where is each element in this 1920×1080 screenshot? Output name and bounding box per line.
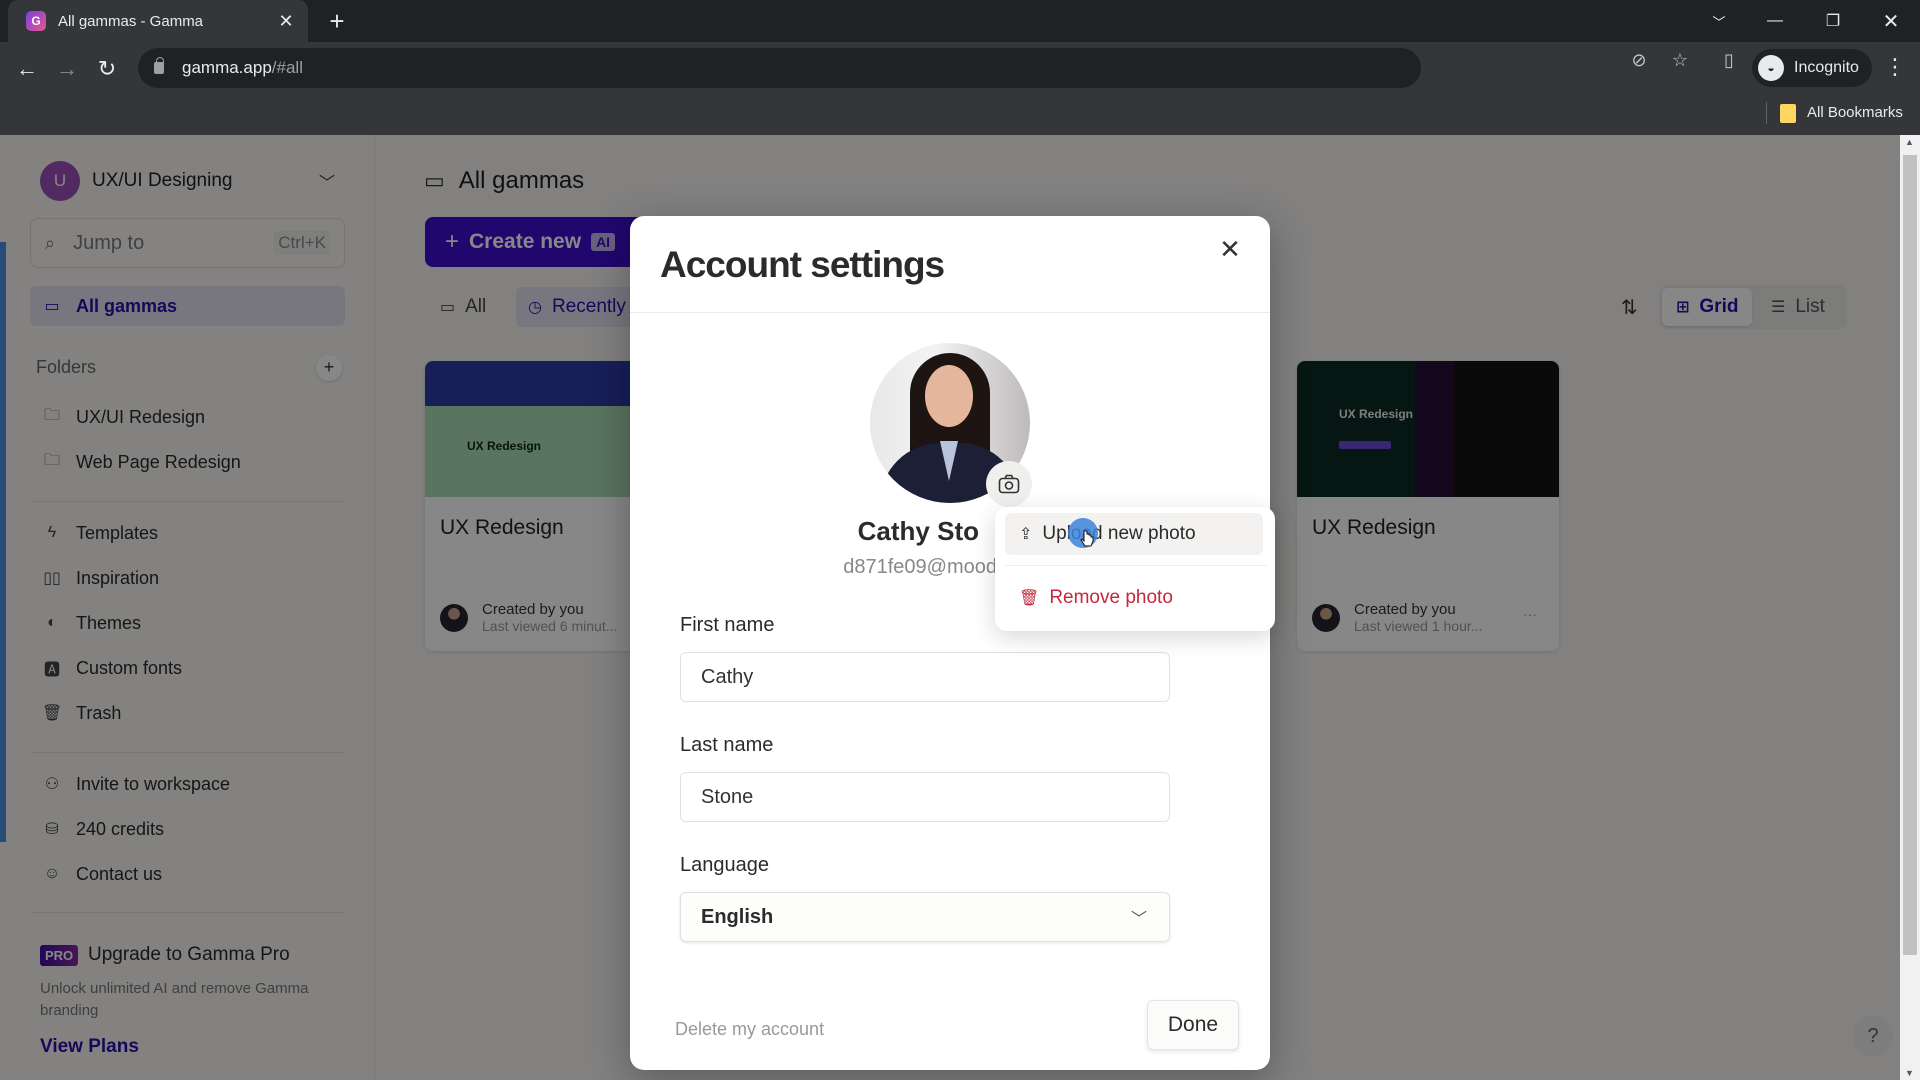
first-name-value: Cathy xyxy=(701,665,754,688)
side-panel-icon[interactable]: ▯ xyxy=(1717,50,1741,71)
reload-button[interactable]: ↻ xyxy=(92,54,122,84)
scroll-down-arrow[interactable]: ▼ xyxy=(1905,1068,1914,1078)
trash-icon: 🗑 xyxy=(1019,590,1040,607)
minimize-button[interactable]: — xyxy=(1752,0,1798,42)
scroll-up-arrow[interactable]: ▲ xyxy=(1905,137,1914,147)
language-value: English xyxy=(701,905,774,928)
delete-account-link[interactable]: Delete my account xyxy=(675,1019,824,1040)
back-button[interactable]: ← xyxy=(12,54,42,84)
all-bookmarks-link[interactable]: All Bookmarks xyxy=(1807,104,1903,121)
remove-photo-item[interactable]: 🗑 Remove photo xyxy=(1005,577,1263,619)
modal-divider xyxy=(630,312,1270,313)
last-name-value: Stone xyxy=(701,785,754,808)
upload-icon: ⇪ xyxy=(1019,526,1033,543)
hand-cursor-icon xyxy=(1080,530,1094,547)
done-button[interactable]: Done xyxy=(1147,1000,1239,1050)
browser-toolbar: ← → ↻ gamma.app/#all ⊘ ☆ ▯ ◒ Incognito ⋮ xyxy=(0,42,1920,94)
photo-face xyxy=(925,365,973,427)
new-tab-button[interactable]: + xyxy=(322,6,352,36)
forward-button[interactable]: → xyxy=(52,54,82,84)
address-bar[interactable]: gamma.app/#all xyxy=(138,48,1421,88)
tab-search-chevron-icon[interactable]: ﹀ xyxy=(1696,0,1742,42)
bookmark-folder-icon xyxy=(1780,104,1796,123)
upload-new-photo-item[interactable]: ⇪ Upload new photo xyxy=(1005,513,1263,555)
camera-icon xyxy=(998,474,1020,494)
profile-email: d871fe09@mood xyxy=(843,556,997,578)
modal-close-button[interactable]: ✕ xyxy=(1213,232,1247,266)
restore-button[interactable]: ❐ xyxy=(1810,0,1856,42)
last-name-field[interactable]: Stone xyxy=(680,772,1170,822)
url-text: gamma.app/#all xyxy=(182,58,303,77)
window-close-button[interactable]: ✕ xyxy=(1868,0,1914,42)
chevron-down-icon: ﹀ xyxy=(1130,911,1147,928)
tab-close-icon[interactable]: ✕ xyxy=(276,11,296,32)
browser-tab[interactable]: G All gammas - Gamma ✕ xyxy=(8,0,308,42)
account-settings-modal: Account settings ✕ Cathy Sto d871fe09@mo… xyxy=(630,216,1270,1070)
profile-full-name: Cathy Sto xyxy=(857,516,979,546)
browser-tabstrip: G All gammas - Gamma ✕ + ﹀ — ❐ ✕ xyxy=(0,0,1920,42)
incognito-label: Incognito xyxy=(1794,59,1859,76)
photo-options-menu: ⇪ Upload new photo 🗑 Remove photo xyxy=(995,507,1275,631)
menu-item-label: Upload new photo xyxy=(1042,523,1196,544)
tab-title: All gammas - Gamma xyxy=(58,12,204,30)
gamma-favicon-icon: G xyxy=(26,11,46,31)
scrollbar-thumb[interactable] xyxy=(1903,155,1917,955)
language-label: Language xyxy=(680,854,769,876)
lock-icon xyxy=(154,57,164,74)
bookmarks-bar: All Bookmarks xyxy=(0,94,1920,135)
menu-item-label: Remove photo xyxy=(1049,587,1173,608)
bookmarks-divider xyxy=(1766,102,1767,124)
bookmark-star-icon[interactable]: ☆ xyxy=(1668,50,1692,71)
first-name-field[interactable]: Cathy xyxy=(680,652,1170,702)
change-photo-button[interactable] xyxy=(986,461,1032,507)
last-name-label: Last name xyxy=(680,734,774,756)
incognito-profile-button[interactable]: ◒ Incognito xyxy=(1752,49,1872,87)
language-select[interactable]: English ﹀ xyxy=(680,892,1170,942)
page-scrollbar[interactable]: ▲ ▼ xyxy=(1900,135,1920,1080)
help-button[interactable]: ? xyxy=(1853,1016,1893,1056)
incognito-icon: ◒ xyxy=(1758,55,1784,81)
eye-off-icon[interactable]: ⊘ xyxy=(1627,50,1651,71)
modal-title: Account settings xyxy=(660,244,945,285)
browser-menu-icon[interactable]: ⋮ xyxy=(1884,54,1906,80)
menu-divider xyxy=(1005,565,1267,566)
first-name-label: First name xyxy=(680,614,775,636)
